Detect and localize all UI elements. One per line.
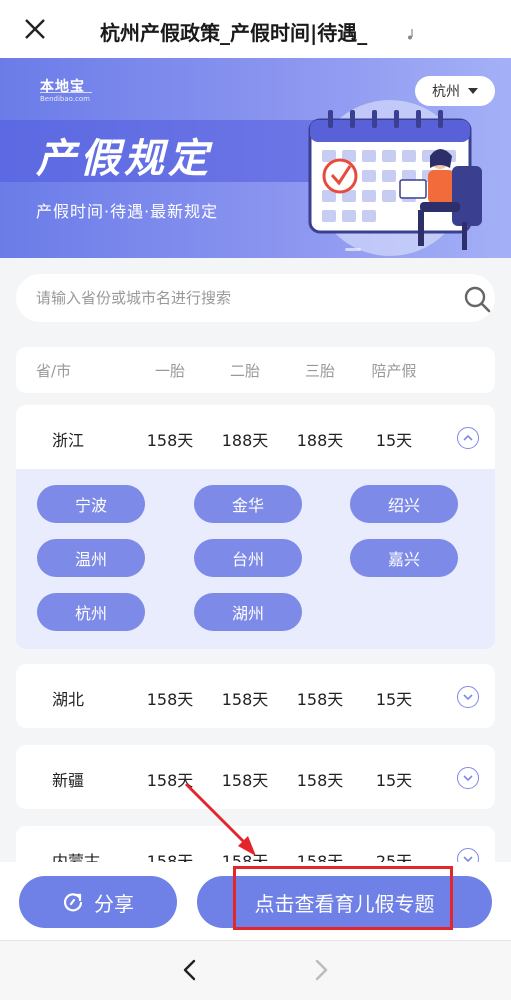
first-child-leave: 158天 <box>146 771 194 790</box>
parental-leave-topic-button[interactable]: 点击查看育儿假专题 <box>197 876 492 928</box>
city-pill[interactable]: 金华 <box>194 485 302 523</box>
carousel-indicator <box>345 248 361 251</box>
city-pill[interactable]: 绍兴 <box>350 485 458 523</box>
header-second-child: 二胎 <box>229 362 260 380</box>
header-paternity: 陪产假 <box>371 362 417 380</box>
share-label: 分享 <box>94 891 134 916</box>
city-pill[interactable]: 湖州 <box>194 593 302 631</box>
dropdown-caret-icon <box>468 88 478 94</box>
first-child-leave: 158天 <box>146 690 194 709</box>
table-row[interactable]: 新疆 158天 158天 158天 15天 <box>16 745 495 809</box>
table-header: 省/市 一胎 二胎 三胎 陪产假 <box>16 347 495 393</box>
search-icon[interactable] <box>462 284 492 314</box>
logo-divider <box>40 92 92 93</box>
header-province: 省/市 <box>36 362 72 380</box>
close-icon[interactable] <box>22 16 48 42</box>
second-child-leave: 188天 <box>221 431 269 450</box>
city-pill[interactable]: 温州 <box>37 539 145 577</box>
province-card-xinjiang: 新疆 158天 158天 158天 15天 <box>16 745 495 809</box>
calendar-illustration <box>308 100 482 256</box>
second-child-leave: 158天 <box>221 771 269 790</box>
site-logo-sub: Bendibao.com <box>40 95 91 103</box>
province-name: 新疆 <box>52 771 85 790</box>
table-row[interactable]: 浙江 158天 188天 188天 15天 <box>16 405 495 469</box>
chevron-down-icon <box>463 694 473 701</box>
city-pill[interactable]: 杭州 <box>37 593 145 631</box>
chevron-up-icon <box>463 434 473 441</box>
third-child-leave: 158天 <box>296 690 344 709</box>
site-logo: 本地宝 <box>40 79 85 95</box>
city-pill[interactable]: 宁波 <box>37 485 145 523</box>
forward-arrow-icon[interactable] <box>309 958 333 982</box>
bottom-action-bar: 分享 点击查看育儿假专题 <box>0 862 511 940</box>
paternity-leave: 15天 <box>375 431 413 450</box>
expand-toggle[interactable] <box>457 767 479 789</box>
share-icon <box>63 893 83 912</box>
hero-banner: 本地宝 Bendibao.com 产假规定 产假时间·待遇·最新规定 杭州 <box>0 58 511 258</box>
carousel-dot <box>345 248 361 251</box>
paternity-leave: 15天 <box>375 771 413 790</box>
music-note-icon <box>408 29 413 40</box>
second-child-leave: 158天 <box>221 690 269 709</box>
province-name: 浙江 <box>52 431 85 450</box>
header-first-child: 一胎 <box>154 362 185 380</box>
banner-headline: 产假规定 <box>36 135 212 182</box>
banner-subline: 产假时间·待遇·最新规定 <box>36 202 219 221</box>
city-pill[interactable]: 嘉兴 <box>350 539 458 577</box>
expand-toggle[interactable] <box>457 686 479 708</box>
first-child-leave: 158天 <box>146 431 194 450</box>
page-title: 杭州产假政策_产假时间|待遇_ <box>100 21 368 45</box>
city-list: 宁波 金华 绍兴 温州 台州 嘉兴 杭州 湖州 <box>16 469 495 649</box>
collapse-toggle[interactable] <box>457 427 479 449</box>
province-card-hubei: 湖北 158天 158天 158天 15天 <box>16 664 495 728</box>
province-card-zhejiang: 浙江 158天 188天 188天 15天 宁波 金华 绍兴 温州 台州 嘉兴 … <box>16 405 495 649</box>
top-navigation-bar: 杭州产假政策_产假时间|待遇_ <box>0 0 511 58</box>
search-input[interactable] <box>36 274 436 322</box>
city-pill[interactable]: 台州 <box>194 539 302 577</box>
header-third-child: 三胎 <box>304 362 335 380</box>
back-arrow-icon[interactable] <box>178 958 202 982</box>
third-child-leave: 188天 <box>296 431 344 450</box>
search-box <box>16 274 495 322</box>
share-button[interactable]: 分享 <box>19 876 177 928</box>
chevron-down-icon <box>463 775 473 782</box>
third-child-leave: 158天 <box>296 771 344 790</box>
table-row[interactable]: 湖北 158天 158天 158天 15天 <box>16 664 495 728</box>
browser-navigation-bar <box>0 940 511 1000</box>
paternity-leave: 15天 <box>375 690 413 709</box>
province-name: 湖北 <box>52 690 85 709</box>
